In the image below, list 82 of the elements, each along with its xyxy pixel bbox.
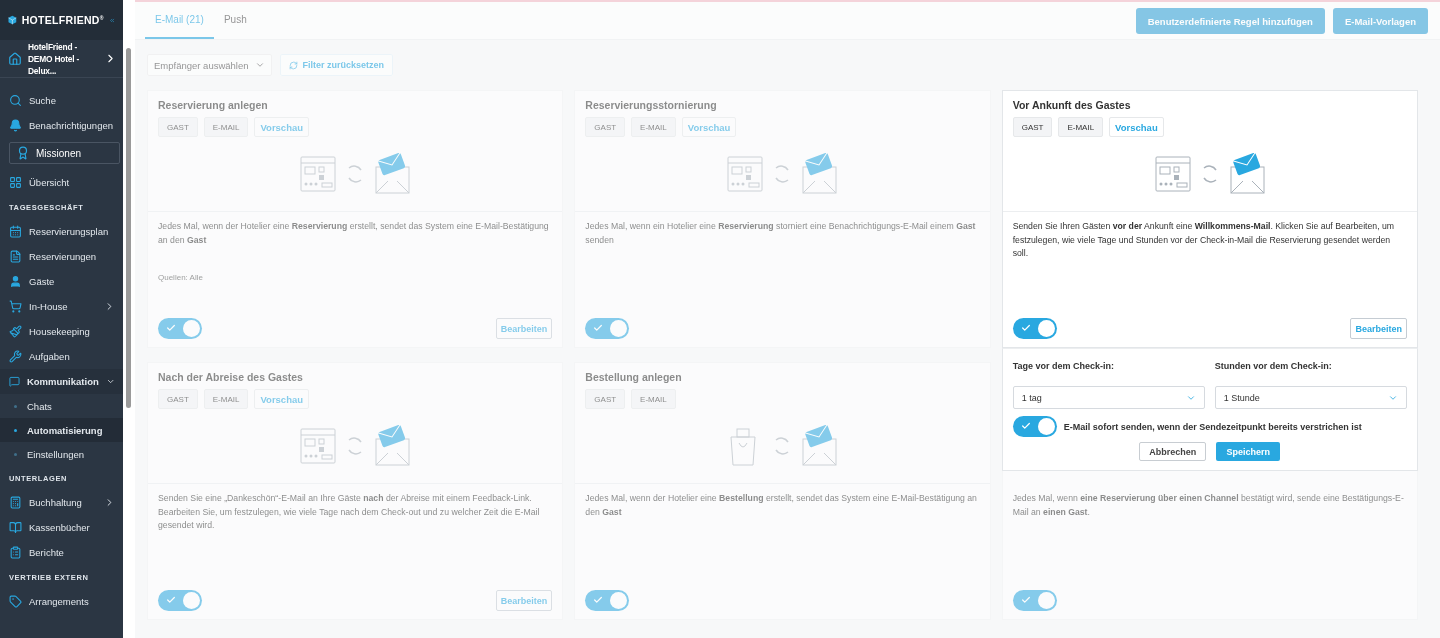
card-description: Senden Sie eine „Dankeschön“-E-Mail an Ihre Gäste nach der Abreise mit einem Feedback-Link. Bearbeiten Sie, um festzulegen, wie viele Tage nach dem Check-out und zu welcher Zeit die E-Mail gesendet wird. — [158, 492, 541, 532]
nav-icon — [9, 119, 22, 132]
tag-label: E-MAIL — [203, 117, 249, 137]
check-icon — [593, 323, 604, 333]
toggle-label: E-Mail sofort senden, wenn der Sendezeitpunkt bereits verstrichen ist — [1063, 421, 1362, 432]
nav-icon — [9, 546, 22, 559]
nav-item[interactable]: Arrangements — [0, 589, 123, 614]
nav-item[interactable]: Reservierungsplan — [0, 219, 123, 244]
card-description: Jedes Mal, wenn der Hotelier eine Bestellung erstellt, sendet das System eine E-Mail-Bestätigung an den Gast — [585, 492, 978, 519]
days-dropdown[interactable]: 1 tag — [1012, 386, 1205, 409]
ribbon-icon — [16, 146, 30, 160]
toggle-switch[interactable] — [158, 590, 202, 611]
check-icon — [1020, 595, 1031, 605]
card-title: Bestellung anlegen — [585, 371, 683, 383]
cancel-button[interactable]: Abbrechen — [1139, 442, 1207, 461]
tag-label: GAST — [585, 389, 626, 409]
hotel-selector[interactable]: HotelFriend - DEMO Hotel - Delux... — [28, 40, 98, 77]
scrollbar-thumb[interactable] — [126, 48, 131, 408]
tag-label: GAST — [158, 117, 198, 137]
nav-icon — [9, 595, 22, 608]
nav-icon — [9, 350, 22, 363]
missions-button[interactable]: Missionen — [9, 142, 120, 164]
toggle-switch[interactable] — [1012, 416, 1057, 437]
nav-subitem[interactable]: Automatisierung — [0, 418, 123, 442]
nav-subitem[interactable]: Einstellungen — [0, 442, 123, 466]
toggle-switch[interactable] — [1012, 318, 1057, 339]
toggle-switch[interactable] — [1012, 590, 1057, 611]
hours-dropdown[interactable]: 1 Stunde — [1214, 386, 1407, 409]
tag-label: GAST — [585, 117, 626, 137]
nav-item[interactable]: Suche — [0, 88, 123, 113]
check-icon — [166, 323, 176, 333]
toggle-switch[interactable] — [158, 318, 202, 339]
home-icon — [8, 51, 22, 66]
card-description: Jedes Mal, wenn der Hotelier eine Reservierung erstellt, sendet das System eine E-Mail-Bestätigung an den Gast — [158, 220, 550, 247]
nav-item[interactable]: Berichte — [0, 540, 123, 565]
refresh-icon — [288, 60, 298, 70]
nav-item[interactable]: Kassenbücher — [0, 515, 123, 540]
chevron-down-icon — [254, 60, 265, 70]
tag-label: E-MAIL — [631, 389, 676, 409]
nav-subitem[interactable]: Chats — [0, 394, 123, 418]
card-description: Jedes Mal, wenn eine Reservierung über einen Channel bestätigt wird, sende eine Bestätigungs-E-Mail an einen Gast. — [1012, 492, 1405, 519]
nav-item[interactable]: Gäste — [0, 269, 123, 294]
nav-icon — [9, 176, 22, 189]
nav-item[interactable]: Übersicht — [0, 170, 123, 195]
nav-item[interactable]: Aufgaben — [0, 344, 123, 369]
brand-name: HOTELFRIEND$^{®}$ — [21, 14, 104, 26]
card-title: Reservierungsstornierung — [585, 99, 718, 111]
nav-icon — [9, 94, 22, 107]
nav-item[interactable]: Buchhaltung — [0, 490, 123, 515]
card-description: Senden Sie Ihren Gästen vor der Ankunft eine Willkommens-Mail. Klicken Sie auf Bearbeiten, um festzulegen, wie viele Tage und Stunden vor der Check-in-Mail die Reservierung gesendet werden soll. — [1012, 220, 1396, 260]
nav-item[interactable]: Housekeeping — [0, 319, 123, 344]
card-title: Reservierung anlegen — [158, 99, 269, 111]
card-title: Nach der Abreise des Gastes — [158, 371, 304, 383]
toggle-switch[interactable] — [585, 590, 630, 611]
nav-item[interactable]: Benachrichtigungen — [0, 113, 123, 138]
nav-icon — [9, 275, 22, 288]
nav-label: Missionen — [36, 147, 82, 159]
sources-text: Quellen: Alle — [158, 273, 204, 282]
card-title: Vor Ankunft des Gastes — [1012, 99, 1132, 111]
nav-icon — [9, 250, 22, 263]
nav-item[interactable]: In-House — [0, 294, 123, 319]
toggle-switch[interactable] — [585, 318, 630, 339]
check-icon — [166, 595, 176, 605]
nav-icon — [9, 521, 22, 534]
nav-item[interactable]: Reservierungen — [0, 244, 123, 269]
check-icon — [593, 595, 604, 605]
nav-icon — [9, 325, 22, 338]
tag-label: GAST — [158, 389, 198, 409]
check-icon — [1020, 323, 1031, 333]
tag-label: E-MAIL — [203, 389, 249, 409]
nav-item[interactable]: Kommunikation — [0, 369, 123, 394]
nav-icon — [9, 225, 22, 238]
tag-label: GAST — [1012, 117, 1053, 137]
tag-label: E-MAIL — [1058, 117, 1104, 137]
check-icon — [1020, 421, 1031, 431]
nav-icon — [9, 300, 22, 313]
field-label: Tage vor dem Check-in: — [1012, 361, 1115, 371]
nav-icon — [9, 496, 22, 509]
tag-label: E-MAIL — [631, 117, 676, 137]
card-description: Jedes Mal, wenn ein Hotelier eine Reservierung storniert eine Benachrichtigungs-E-Mail einem Gast senden — [585, 220, 977, 247]
nav-icon — [9, 375, 20, 388]
field-label: Stunden vor dem Check-in: — [1214, 361, 1333, 371]
